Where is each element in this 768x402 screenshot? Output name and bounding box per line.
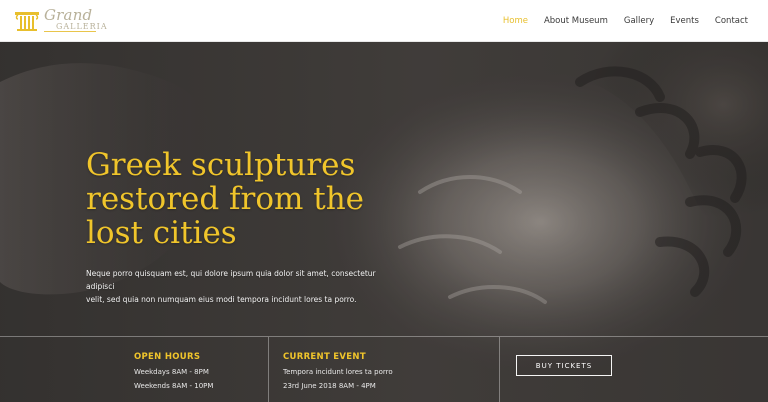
brand-subtitle: GALLERIA	[56, 22, 108, 31]
pillar-logo-icon	[15, 12, 39, 31]
nav-about-museum[interactable]: About Museum	[544, 16, 608, 26]
open-hours-heading: OPEN HOURS	[134, 352, 201, 362]
nav-events[interactable]: Events	[670, 16, 699, 26]
hero-description: Neque porro quisquam est, qui dolore ips…	[86, 269, 376, 304]
open-hours-weekdays: Weekdays 8AM - 8PM	[134, 368, 209, 376]
divider-left	[268, 337, 269, 402]
brand-logo[interactable]: Grand GALLERIA	[14, 6, 107, 34]
nav-gallery[interactable]: Gallery	[624, 16, 654, 26]
current-event-title: Tempora incidunt lores ta porro	[283, 368, 393, 376]
hero-title: Greek sculptures restored from the lost …	[86, 147, 365, 251]
current-event-date: 23rd June 2018 8AM - 4PM	[283, 382, 376, 390]
current-event-block: CURRENT EVENT Tempora incidunt lores ta …	[283, 337, 473, 402]
brand-title: Grand	[44, 6, 93, 24]
current-event-heading: CURRENT EVENT	[283, 352, 366, 362]
open-hours-weekends: Weekends 8AM - 10PM	[134, 382, 214, 390]
museum-homepage: Grand GALLERIA Home About Museum Gallery…	[0, 0, 768, 402]
info-strip: OPEN HOURS Weekdays 8AM - 8PM Weekends 8…	[0, 336, 768, 402]
brand-underline	[44, 31, 96, 32]
divider-right	[499, 337, 500, 402]
nav-home[interactable]: Home	[503, 16, 528, 26]
open-hours-block: OPEN HOURS Weekdays 8AM - 8PM Weekends 8…	[134, 337, 264, 402]
site-header: Grand GALLERIA Home About Museum Gallery…	[0, 0, 768, 42]
hero-section: Greek sculptures restored from the lost …	[0, 42, 768, 402]
main-navigation: Home About Museum Gallery Events Contact	[503, 0, 748, 42]
nav-contact[interactable]: Contact	[715, 16, 748, 26]
buy-tickets-button[interactable]: BUY TICKETS	[516, 355, 612, 376]
